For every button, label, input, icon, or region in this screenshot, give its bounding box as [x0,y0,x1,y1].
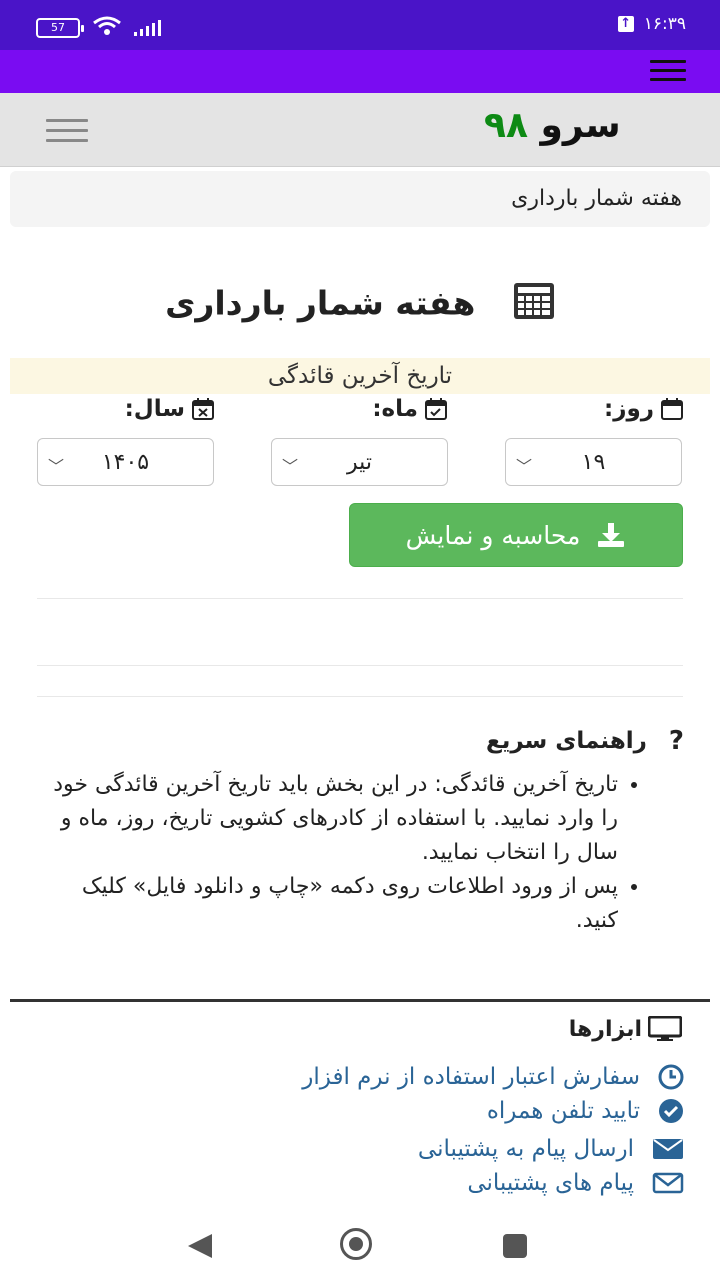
check-circle-icon [659,1099,683,1123]
menu-icon[interactable] [650,60,686,87]
status-bar: 57 ↑ ۱۶:۳۹ [0,0,720,50]
page-title-text: هفته شمار بارداری [165,283,476,323]
page-title: هفته شمار بارداری [0,282,720,328]
logo-word: سرو [540,105,621,146]
guide-item: پس از ورود اطلاعات روی دکمه «چاپ و دانلو… [38,870,618,938]
divider [37,665,683,666]
tool-link-label: پیام های پشتیبانی [467,1170,634,1196]
day-label-text: روز: [604,396,654,422]
tool-link-label: تایید تلفن همراه [486,1098,640,1124]
year-value: ۱۴۰۵ [101,450,150,475]
calculate-button-label: محاسبه و نمایش [405,520,581,550]
site-header: سرو ۹۸ [0,93,720,167]
question-icon: ? [668,726,684,756]
calendar-check-icon [425,398,447,420]
section-divider [10,999,710,1002]
breadcrumb: هفته شمار بارداری [10,171,710,227]
month-select[interactable]: تیر ﹀ [271,438,448,486]
battery-level: 57 [51,20,65,34]
logo-number: ۹۸ [484,105,528,146]
tools-title-text: ابزارها [568,1016,642,1042]
breadcrumb-label: هفته شمار بارداری [511,186,682,211]
chevron-down-icon: ﹀ [48,457,65,476]
calculator-icon [513,282,555,328]
divider [37,696,683,697]
year-label: سال: [125,396,215,422]
day-label: روز: [604,396,684,422]
date-notice: تاریخ آخرین قائدگی [10,358,710,394]
nav-toggle-icon[interactable] [46,119,88,149]
chevron-down-icon: ﹀ [516,457,533,476]
battery-icon: 57 [36,17,84,38]
calendar-icon [661,398,683,420]
envelope-outline-icon [652,1172,684,1194]
monitor-icon [648,1016,682,1041]
day-select[interactable]: ۱۹ ﹀ [505,438,682,486]
year-select[interactable]: ۱۴۰۵ ﹀ [37,438,214,486]
calendar-x-icon [192,398,214,420]
year-label-text: سال: [124,396,185,422]
system-nav-bar [0,1204,720,1280]
month-label: ماه: [372,396,448,422]
calculate-button[interactable]: محاسبه و نمایش [349,503,683,567]
day-value: ۱۹ [581,450,606,475]
recent-apps-icon[interactable] [503,1234,527,1258]
tool-link-support-messages[interactable]: پیام های پشتیبانی [467,1170,684,1196]
tool-link-send-message[interactable]: ارسال پیام به پشتیبانی [418,1136,684,1162]
download-icon [598,523,625,547]
month-value: تیر [347,450,372,475]
tool-link-label: سفارش اعتبار استفاده از نرم افزار [302,1064,640,1090]
home-icon[interactable] [340,1228,372,1260]
upload-icon: ↑ [617,16,634,32]
tool-link-order-credit[interactable]: سفارش اعتبار استفاده از نرم افزار [302,1064,684,1090]
tools-title: ابزارها [569,1016,682,1042]
tool-link-label: ارسال پیام به پشتیبانی [417,1136,634,1162]
back-icon[interactable] [188,1234,212,1258]
signal-icon [134,19,161,36]
guide-item: تاریخ آخرین قائدگی: در این بخش باید تاری… [38,768,618,870]
divider [37,598,683,599]
clock-icon [658,1064,684,1090]
month-label-text: ماه: [372,396,418,422]
chevron-down-icon: ﹀ [282,457,299,476]
envelope-icon [653,1139,683,1159]
top-bar [0,50,720,93]
guide-list: تاریخ آخرین قائدگی: در این بخش باید تاری… [38,768,640,938]
tool-link-verify-phone[interactable]: تایید تلفن همراه [487,1098,684,1124]
clock-time: ۱۶:۳۹ [643,14,686,34]
guide-title: ? راهنمای سریع [486,726,684,756]
wifi-icon [92,16,122,39]
guide-title-text: راهنمای سریع [486,728,647,754]
site-logo[interactable]: سرو ۹۸ [484,105,621,146]
